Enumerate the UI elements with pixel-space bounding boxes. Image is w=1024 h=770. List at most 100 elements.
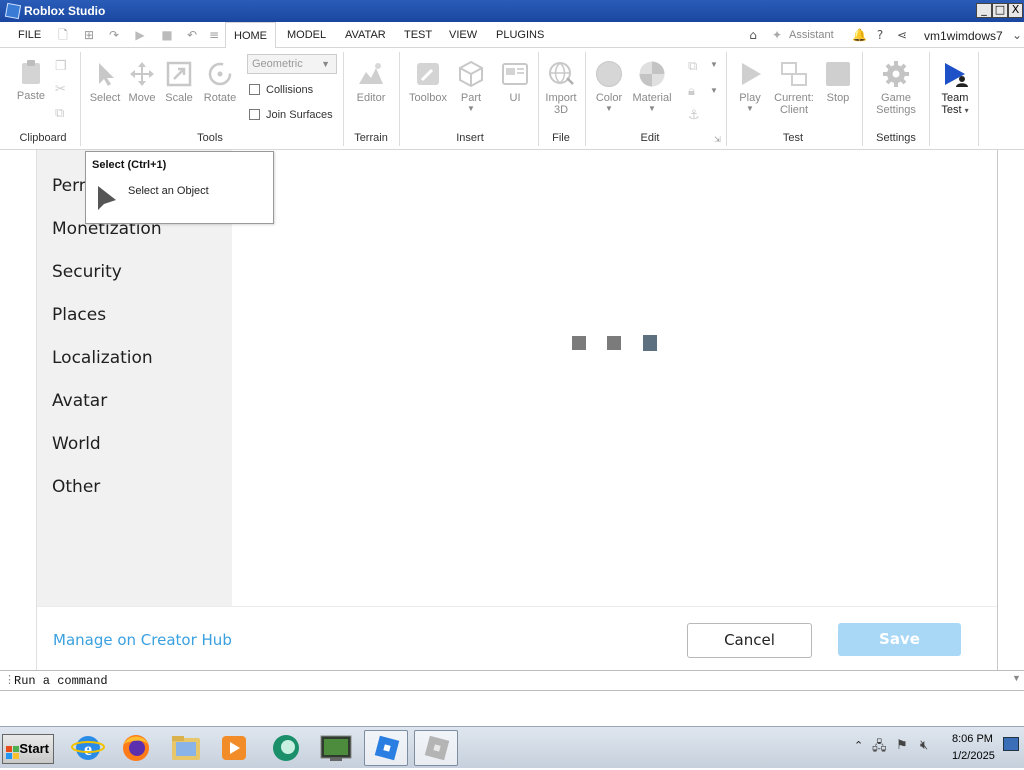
tooltip-description: Select an Object (128, 185, 209, 197)
scale-tool-button[interactable]: Scale (161, 60, 197, 104)
home-icon[interactable]: ⌂ (746, 28, 760, 42)
collisions-checkbox[interactable]: Collisions (249, 84, 313, 96)
tab-avatar[interactable]: AVATAR (337, 22, 394, 48)
nav-item-avatar[interactable]: Avatar (52, 391, 107, 411)
start-button[interactable]: Start (2, 734, 54, 764)
chevron-down-icon: ▾ (964, 106, 969, 115)
media-player-icon[interactable] (212, 730, 256, 766)
material-button[interactable]: Material ▼ (629, 60, 675, 113)
nav-item-localization[interactable]: Localization (52, 348, 153, 368)
tab-file[interactable]: FILE (10, 22, 49, 48)
help-icon[interactable]: ? (873, 28, 887, 42)
paste-label: Paste (16, 90, 46, 102)
copy-icon[interactable]: ❐ (55, 58, 67, 74)
tab-test[interactable]: TEST (396, 22, 440, 48)
tab-model[interactable]: MODEL (279, 22, 334, 48)
tooltip-title: Select (Ctrl+1) (92, 159, 167, 171)
join-surfaces-checkbox[interactable]: Join Surfaces (249, 109, 333, 121)
ui-button[interactable]: UI (497, 60, 533, 104)
clipboard-group-label: Clipboard (19, 132, 67, 144)
game-settings-button[interactable]: Game Settings (868, 60, 924, 116)
nav-item-world[interactable]: World (52, 434, 101, 454)
volume-muted-icon[interactable]: 🔇︎ (920, 737, 928, 753)
taskbar-clock-date[interactable]: 1/2/2025 (952, 750, 995, 762)
tools-group-label: Tools (197, 132, 223, 144)
terrain-icon (359, 63, 383, 84)
loading-indicator-dot (643, 335, 657, 351)
nav-item-places[interactable]: Places (52, 305, 106, 325)
roblox-player-taskbar-icon[interactable] (414, 730, 458, 766)
maximize-button[interactable]: □ (992, 3, 1008, 18)
notifications-icon[interactable]: 🔔 (852, 28, 867, 42)
current-client-button[interactable]: Current: Client (771, 60, 817, 116)
assistant-button[interactable]: Assistant (789, 29, 834, 41)
nav-item-security[interactable]: Security (52, 262, 122, 282)
move-tool-button[interactable]: Move (124, 60, 160, 104)
chevron-down-icon[interactable]: ⌄ (1010, 28, 1024, 42)
loading-indicator-dot (572, 336, 586, 350)
select-tooltip: Select (Ctrl+1) Select an Object (85, 151, 274, 224)
group-icon[interactable]: ⧉ (688, 58, 697, 74)
paste-icon (22, 60, 40, 84)
taskbar-clock-time[interactable]: 8:06 PM (952, 733, 993, 745)
part-button[interactable]: Part ▼ (452, 60, 490, 113)
paste-button[interactable]: Paste (12, 58, 50, 102)
windows-logo-icon (6, 742, 20, 759)
import-3d-button[interactable]: Import 3D (541, 60, 581, 116)
terminal-app-icon[interactable] (314, 730, 358, 766)
chevron-down-icon[interactable]: ▼ (710, 86, 718, 95)
cancel-button[interactable]: Cancel (687, 623, 812, 658)
play-button[interactable]: Play ▼ (731, 60, 769, 113)
file-explorer-icon[interactable] (164, 730, 208, 766)
chevron-down-icon[interactable]: ▼ (710, 60, 718, 69)
network-icon[interactable]: 🖧︎ (872, 737, 887, 759)
command-bar: ⋮ ▼ (0, 670, 1024, 691)
play-quick-icon[interactable]: ▶ (133, 28, 147, 42)
toolbox-button[interactable]: Toolbox (405, 60, 451, 104)
loading-indicator-dot (607, 336, 621, 350)
cut-icon[interactable]: ✂ (55, 81, 66, 97)
action-center-flag-icon[interactable]: ⚑ (896, 737, 908, 753)
dialog-launcher-icon[interactable]: ⇲ (714, 135, 721, 144)
show-desktop-icon[interactable] (1003, 737, 1019, 751)
redo-icon[interactable]: ↷ (107, 28, 121, 42)
lock-icon[interactable]: 🔒︎ (688, 83, 695, 99)
terrain-editor-button[interactable]: Editor (350, 60, 392, 104)
select-tool-button[interactable]: Select (86, 60, 124, 104)
publish-icon[interactable]: ⊞ (82, 28, 96, 42)
command-input[interactable] (14, 672, 1022, 690)
tab-plugins[interactable]: PLUGINS (488, 22, 552, 48)
share-icon[interactable]: ⋖ (895, 28, 909, 42)
undo-icon[interactable]: ↶ (185, 28, 199, 42)
tab-view[interactable]: VIEW (441, 22, 485, 48)
settings-group-label: Settings (876, 132, 916, 144)
chat-app-icon[interactable] (264, 730, 308, 766)
team-test-button[interactable]: Team Test ▾ (934, 60, 976, 116)
stop-quick-icon[interactable]: ■ (160, 28, 174, 42)
insert-group-label: Insert (456, 132, 484, 144)
rotate-tool-button[interactable]: Rotate (200, 60, 240, 104)
save-button[interactable]: Save (838, 623, 961, 656)
ribbon-divider (585, 52, 586, 146)
firefox-icon[interactable] (114, 730, 158, 766)
nav-item-other[interactable]: Other (52, 477, 100, 497)
stop-button[interactable]: Stop (820, 60, 856, 104)
anchor-icon[interactable]: ⚓︎ (688, 107, 700, 123)
chevron-down-icon[interactable]: ▼ (1012, 673, 1021, 683)
manage-on-creator-hub-link[interactable]: Manage on Creator Hub (53, 631, 232, 649)
new-file-icon[interactable]: 🗋 (56, 28, 70, 42)
color-button[interactable]: Color ▼ (590, 60, 628, 113)
roblox-studio-taskbar-icon[interactable] (364, 730, 408, 766)
color-swatch-icon (596, 61, 622, 87)
close-button[interactable]: X (1008, 3, 1023, 18)
part-cube-icon (459, 60, 483, 88)
username[interactable]: vm1wimdows7 (924, 29, 1003, 43)
tab-home[interactable]: HOME (225, 22, 276, 49)
transform-mode-dropdown[interactable]: Geometric ▼ (247, 54, 337, 74)
duplicate-icon[interactable]: ⧉ (55, 105, 64, 121)
quick-access-menu-icon[interactable]: ≡ (207, 28, 221, 42)
minimize-button[interactable]: _ (976, 3, 992, 18)
show-hidden-icons-icon[interactable]: ⌃ (854, 739, 863, 752)
ribbon: Paste ❐ ✂ ⧉ Clipboard Select Move Scale … (0, 48, 1024, 150)
internet-explorer-icon[interactable]: e (66, 730, 110, 766)
